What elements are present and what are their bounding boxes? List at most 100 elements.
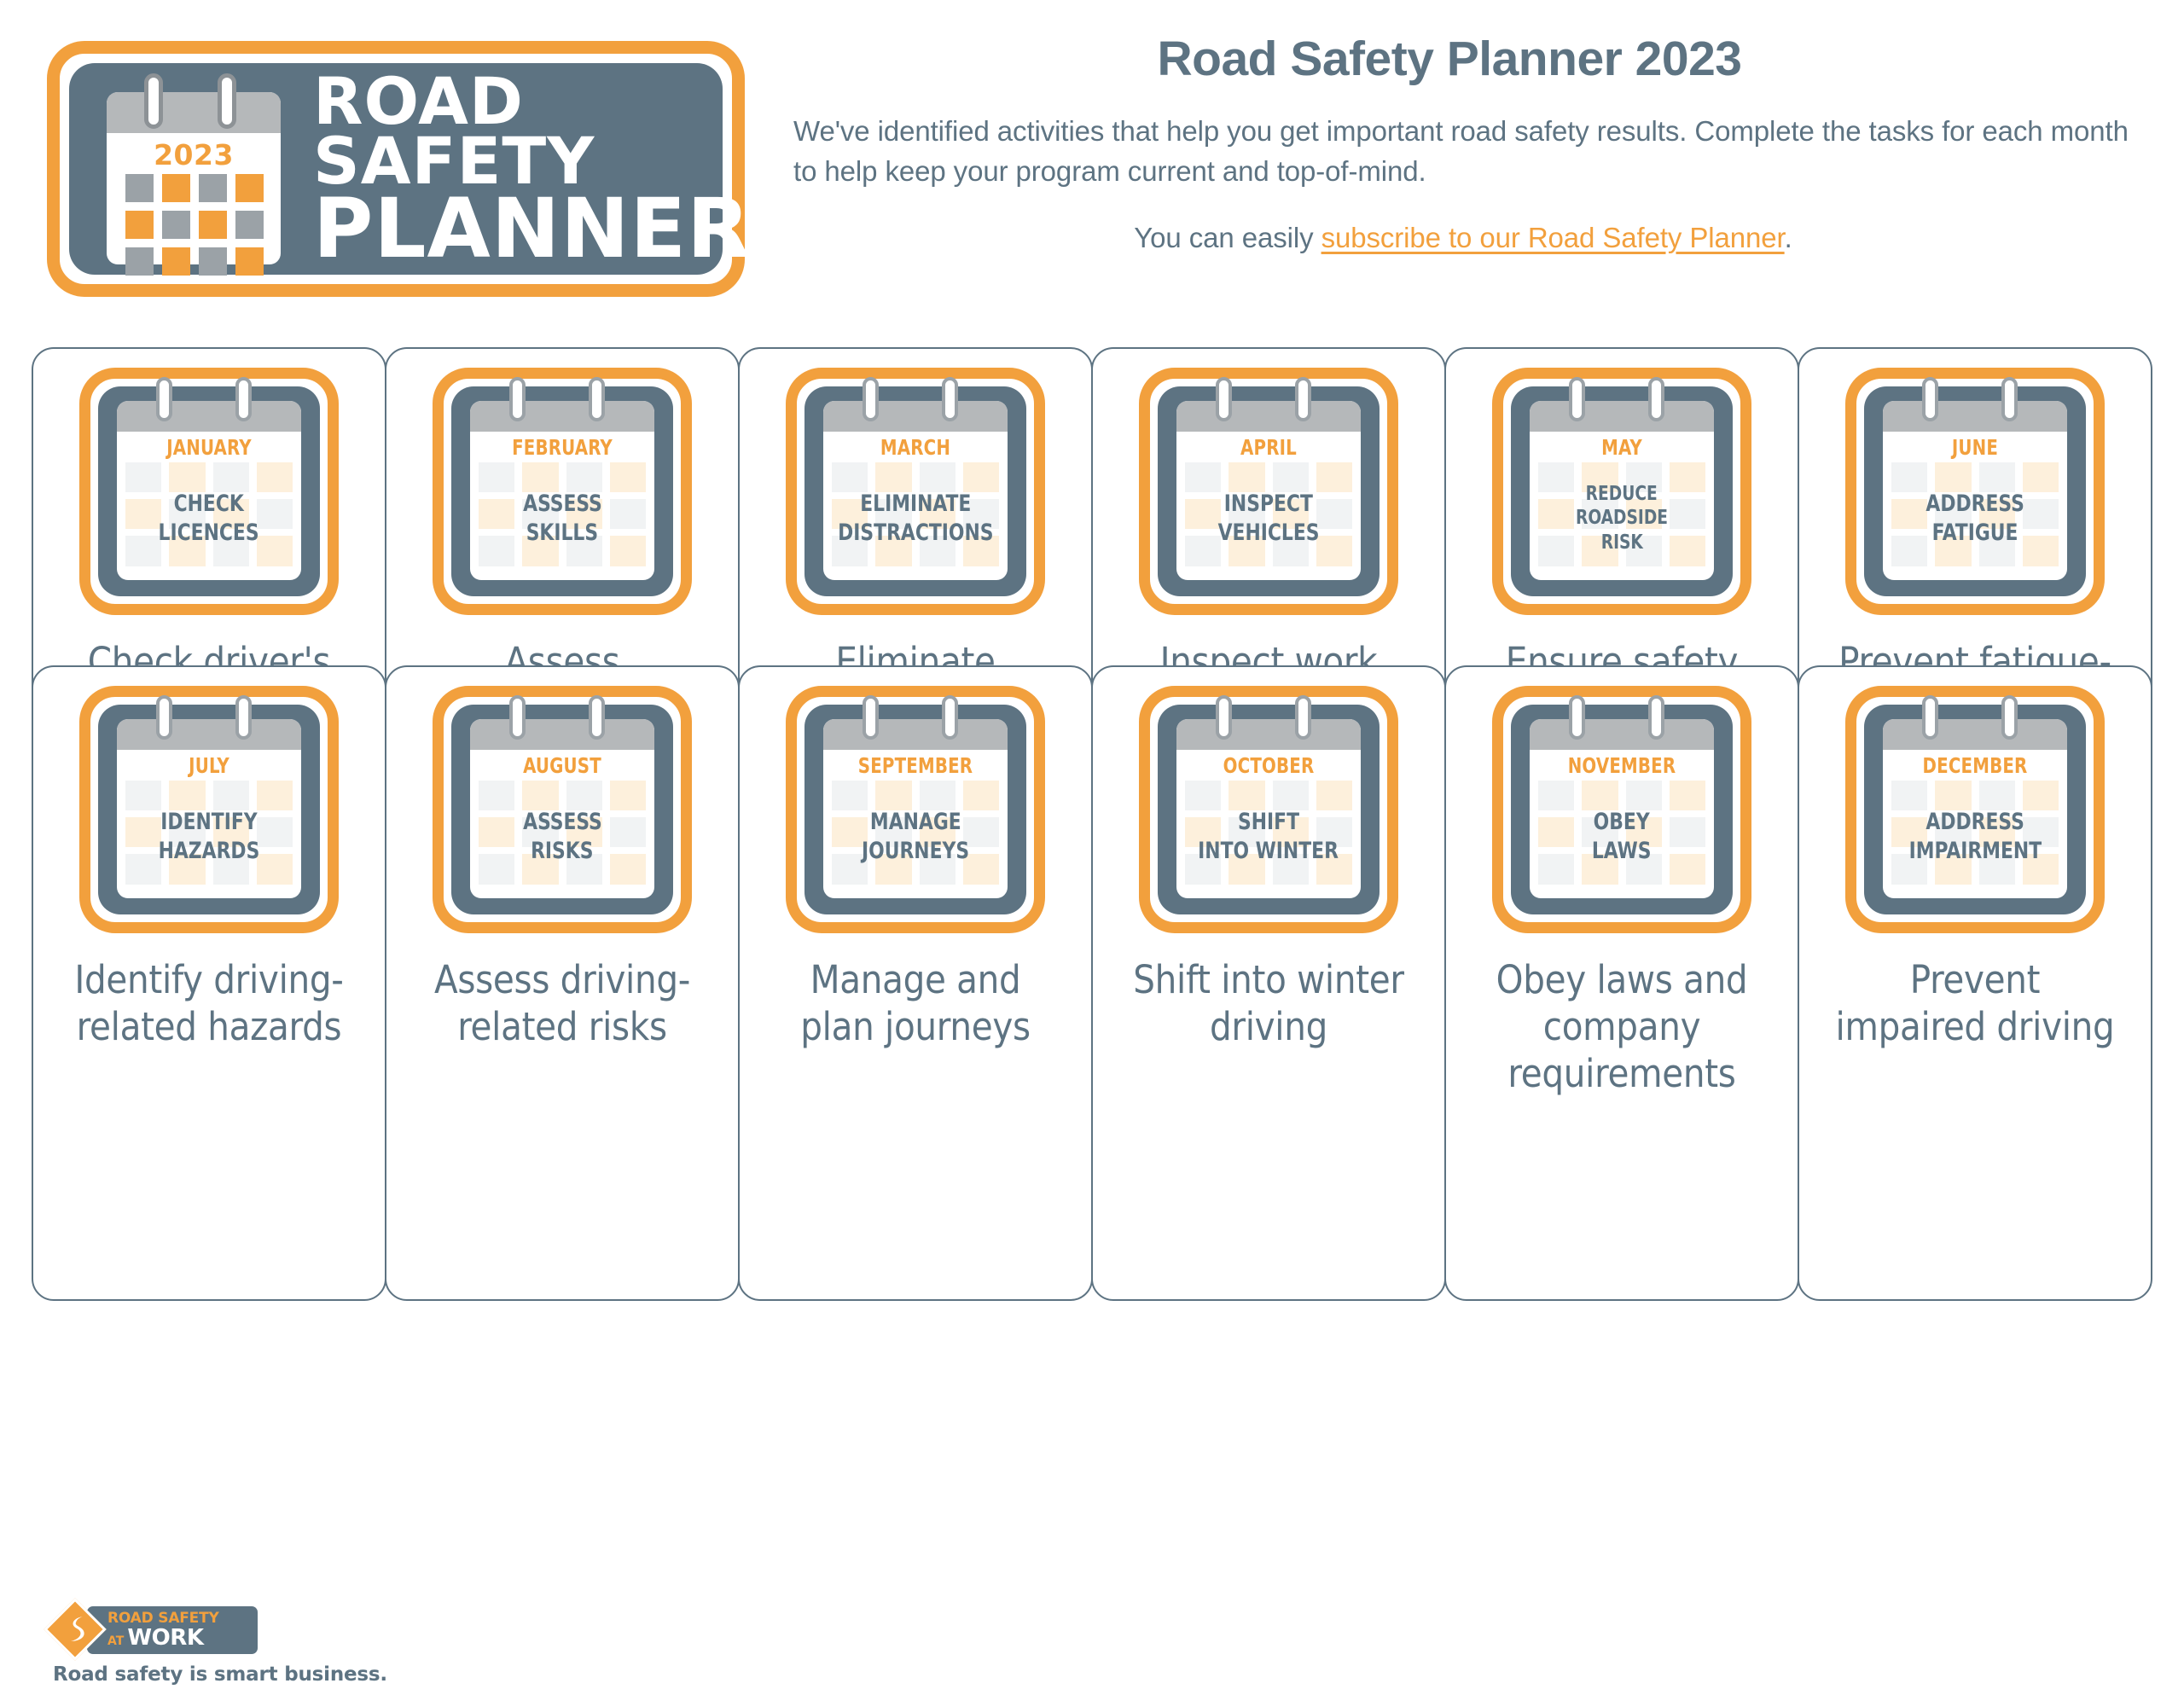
footer-logo-work: WORK	[127, 1625, 204, 1651]
calendar-icon-frame: OCTOBER SHIFT INTO WINTER	[1158, 694, 1380, 914]
calendar-page: MAY REDUCE ROADSIDE RISK	[1530, 400, 1714, 580]
calendar-icon: FEBRUARY ASSESS SKILLS	[433, 367, 692, 615]
calendar-task-label: INSPECT VEHICLES	[1178, 466, 1359, 572]
road-safety-planner-logo: 2023 ROAD SAFETY PLANNER	[47, 41, 750, 297]
calendar-ring-left	[508, 376, 526, 421]
calendar-page: FEBRUARY ASSESS SKILLS	[470, 400, 654, 580]
calendar-ring-right	[235, 376, 253, 421]
calendar-page: JULY IDENTIFY HAZARDS	[117, 718, 301, 898]
calendar-ring-right	[942, 376, 959, 421]
page-header: 2023 ROAD SAFETY PLANNER Road Safety Pla…	[0, 0, 2184, 333]
calendar-ring-left	[155, 376, 172, 421]
calendar-task-line: IDENTIFY	[160, 809, 258, 836]
calendar-rings	[1511, 694, 1733, 740]
calendar-rings	[451, 694, 673, 740]
footer-tagline: Road safety is smart business.	[53, 1663, 387, 1686]
calendar-page: AUGUST ASSESS RISKS	[470, 718, 654, 898]
calendar-task-line: ASSESS	[522, 809, 602, 836]
calendar-task-label: ASSESS RISKS	[472, 784, 653, 890]
calendar-task-line: SHIFT	[1237, 809, 1300, 836]
logo-calendar-header-band	[107, 92, 281, 133]
calendar-icon-frame: MARCH ELIMINATE DISTRACTIONS	[804, 376, 1026, 596]
month-card-caption: Prevent impaired driving	[1835, 956, 2115, 1049]
calendar-task-line: IMPAIRMENT	[1908, 837, 2042, 864]
calendar-month-label: FEBRUARY	[512, 434, 613, 460]
month-card-caption: Manage and plan journeys	[800, 956, 1031, 1049]
month-card-caption: Identify driving-related hazards	[74, 956, 344, 1049]
month-card-caption: Assess driving-related risks	[433, 956, 691, 1049]
month-card[interactable]: AUGUST ASSESS RISKS Assess driving-related …	[384, 665, 741, 1301]
swoosh-icon	[71, 1617, 84, 1641]
footer-logo-at: AT	[107, 1634, 125, 1648]
calendar-page: OCTOBER SHIFT INTO WINTER	[1176, 718, 1361, 898]
logo-inner-plate: 2023 ROAD SAFETY PLANNER	[69, 63, 750, 276]
calendar-rings	[1158, 376, 1380, 421]
calendar-task-line: MANAGE	[869, 809, 961, 836]
calendar-rings	[98, 376, 320, 421]
calendar-task-label: IDENTIFY HAZARDS	[119, 784, 299, 890]
calendar-icon: SEPTEMBER MANAGE JOURNEYS	[786, 685, 1045, 933]
calendar-page: NOVEMBER OBEY LAWS	[1530, 718, 1714, 898]
footer-logo-line1: ROAD SAFETY	[107, 1610, 219, 1627]
footer-logo-plate: ROAD SAFETY AT WORK	[87, 1606, 258, 1654]
calendar-task-line: ASSESS	[522, 491, 602, 518]
calendar-icon: OCTOBER SHIFT INTO WINTER	[1139, 685, 1398, 933]
calendar-ring-left	[508, 694, 526, 740]
calendar-page: SEPTEMBER MANAGE JOURNEYS	[823, 718, 1008, 898]
month-card[interactable]: OCTOBER SHIFT INTO WINTER Shift into winter…	[1090, 665, 1447, 1301]
calendar-ring-left	[1215, 376, 1232, 421]
calendar-icon: MAY REDUCE ROADSIDE RISK	[1492, 367, 1751, 615]
calendar-rings	[451, 376, 673, 421]
calendar-icon: JUNE ADDRESS FATIGUE	[1845, 367, 2105, 615]
calendar-ring-right	[589, 694, 606, 740]
calendar-task-line: ROADSIDE	[1575, 507, 1669, 530]
calendar-ring-right	[1295, 376, 1312, 421]
calendar-icon: DECEMBER ADDRESS IMPAIRMENT	[1845, 685, 2105, 933]
calendar-month-label: JUNE	[1951, 434, 1999, 460]
calendar-month-label: JANUARY	[166, 434, 252, 460]
logo-wordmark-line2: PLANNER	[313, 180, 752, 276]
calendar-task-line: LAWS	[1592, 837, 1652, 864]
calendar-page: APRIL INSPECT VEHICLES	[1176, 400, 1361, 580]
calendar-task-line: INSPECT	[1223, 491, 1314, 518]
calendar-task-line: OBEY	[1593, 809, 1651, 836]
calendar-ring-right	[1648, 376, 1665, 421]
logo-year-label: 2023	[154, 138, 234, 171]
calendar-task-label: MANAGE JOURNEYS	[825, 784, 1006, 890]
month-card[interactable]: JULY IDENTIFY HAZARDS Identify driving-rela…	[31, 665, 387, 1301]
calendar-icon-frame: JULY IDENTIFY HAZARDS	[98, 694, 320, 914]
calendar-month-label: NOVEMBER	[1567, 752, 1676, 778]
month-card[interactable]: NOVEMBER OBEY LAWS Obey laws and company re…	[1443, 665, 1800, 1301]
calendar-task-line: INTO WINTER	[1198, 837, 1339, 864]
calendar-month-label: SEPTEMBER	[857, 752, 973, 778]
month-card-grid: JANUARYCHECKLICENCESCheck driver's licen…	[31, 346, 2153, 1301]
calendar-icon-frame: DECEMBER ADDRESS IMPAIRMENT	[1864, 694, 2086, 914]
logo-wordmark-line1: ROAD SAFETY	[313, 62, 595, 199]
calendar-task-label: REDUCE ROADSIDE RISK	[1531, 466, 1712, 572]
calendar-month-label: AUGUST	[523, 752, 601, 778]
calendar-month-label: MARCH	[880, 434, 951, 460]
calendar-task-label: ELIMINATE DISTRACTIONS	[825, 466, 1006, 572]
subscribe-link[interactable]: subscribe to our Road Safety Planner	[1321, 222, 1785, 253]
calendar-ring-left	[1568, 694, 1585, 740]
calendar-task-line: ELIMINATE	[859, 491, 972, 518]
calendar-icon: APRIL INSPECT VEHICLES	[1139, 367, 1398, 615]
calendar-task-label: CHECK LICENCES	[119, 466, 299, 572]
road-safety-at-work-logo: ROAD SAFETY AT WORK	[44, 1598, 650, 1661]
month-card[interactable]: DECEMBER ADDRESS IMPAIRMENT Prevent impaire…	[1797, 665, 2153, 1301]
month-card[interactable]: SEPTEMBER MANAGE JOURNEYS Manage and plan j…	[737, 665, 1094, 1301]
calendar-month-label: DECEMBER	[1922, 752, 2028, 778]
calendar-task-line: ADDRESS	[1926, 809, 2024, 836]
calendar-ring-left	[862, 694, 879, 740]
calendar-rings	[1511, 376, 1733, 421]
page-subtitle: We've identified activities that help yo…	[793, 114, 2129, 187]
calendar-month-label: APRIL	[1240, 434, 1297, 460]
calendar-icon-frame: MAY REDUCE ROADSIDE RISK	[1511, 376, 1733, 596]
calendar-task-line: LICENCES	[158, 519, 260, 546]
calendar-ring-left	[1921, 694, 1938, 740]
calendar-icon-frame: JANUARY CHECK LICENCES	[98, 376, 320, 596]
calendar-task-line: SKILLS	[526, 519, 599, 546]
calendar-rings	[1864, 694, 2086, 740]
calendar-page: JANUARY CHECK LICENCES	[117, 400, 301, 580]
calendar-ring-right	[1648, 694, 1665, 740]
